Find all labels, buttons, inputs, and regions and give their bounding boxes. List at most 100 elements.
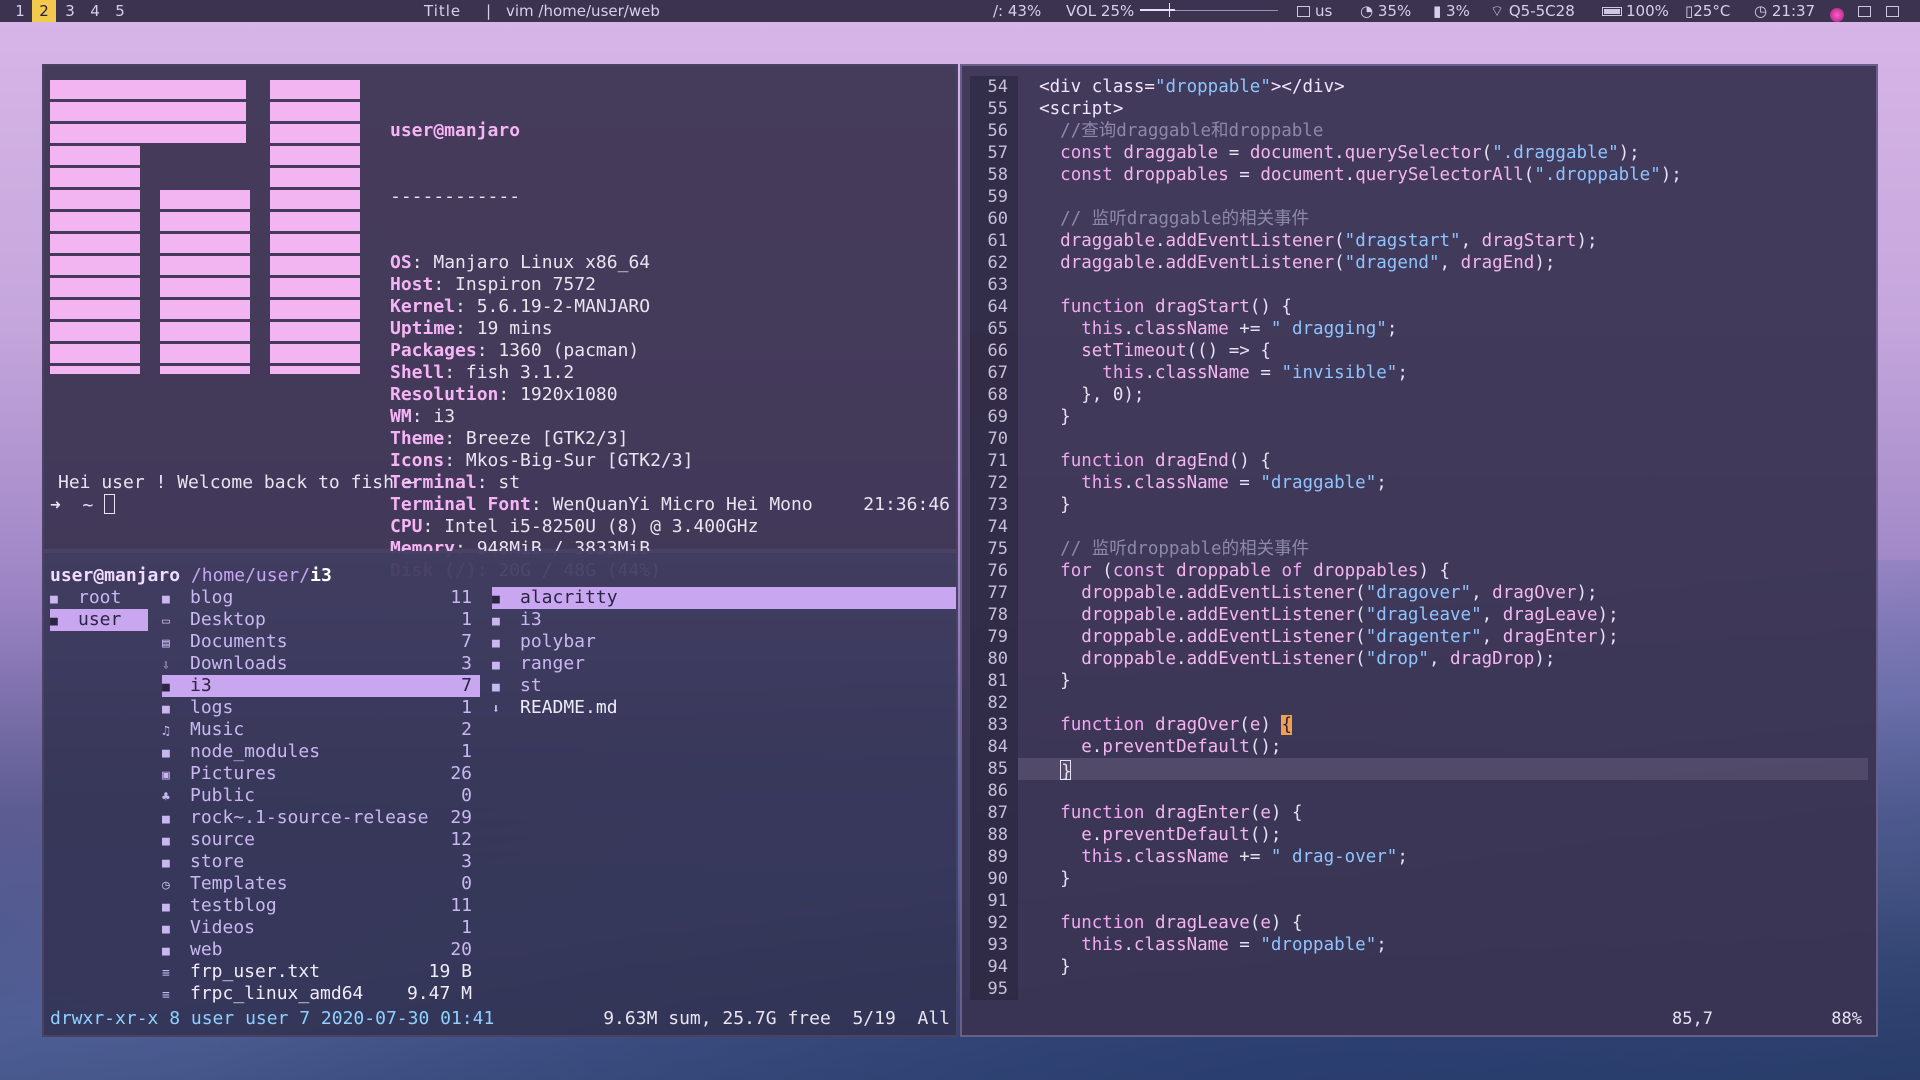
vim-editor[interactable]: 54 55 56 57 58 59 60 61 62 63 64 65 66 67 68 69 70 71 72 73… <box>960 64 1878 1037</box>
code-line[interactable] <box>1018 274 1868 296</box>
code-line[interactable]: e.preventDefault(); <box>1018 824 1868 846</box>
shell-prompt[interactable]: ➜ ~ <box>50 494 116 517</box>
code-line[interactable]: } <box>1018 494 1868 516</box>
code-line[interactable]: // 监听droppable的相关事件 <box>1018 538 1868 560</box>
folder-entry[interactable]: ⇩ Downloads 3 <box>162 653 480 675</box>
folder-entry[interactable]: ■ alacritty <box>492 587 956 609</box>
folder-entry[interactable]: ▤ Documents 7 <box>162 631 480 653</box>
code-line[interactable]: function dragStart() { <box>1018 296 1868 318</box>
folder-icon: ■ <box>50 614 58 629</box>
code-line[interactable] <box>1018 186 1868 208</box>
code-line[interactable]: } <box>1018 406 1868 428</box>
entry-size: 1 <box>461 609 472 630</box>
entry-name: node_modules <box>190 741 321 762</box>
file-entry[interactable]: ⬇ README.md <box>492 697 956 719</box>
code-line[interactable]: draggable.addEventListener("dragend", dr… <box>1018 252 1868 274</box>
entry-name: source <box>190 829 256 850</box>
folder-entry[interactable]: ▭ Desktop 1 <box>162 609 480 631</box>
code-line[interactable]: function dragLeave(e) { <box>1018 912 1868 934</box>
code-line[interactable]: droppable.addEventListener("drop", dragD… <box>1018 648 1868 670</box>
code-line[interactable]: droppable.addEventListener("dragover", d… <box>1018 582 1868 604</box>
folder-entry[interactable]: ■ i3 <box>492 609 956 631</box>
line-number: 55 <box>987 99 1008 119</box>
folder-entry[interactable]: ■ i3 7 <box>162 675 480 697</box>
file-entry[interactable]: ≡ frpc_linux_amd64 9.47 M <box>162 983 480 1005</box>
code-line[interactable]: } <box>1018 868 1868 890</box>
code-line[interactable]: this.className = "invisible"; <box>1018 362 1868 384</box>
code-line[interactable] <box>1018 978 1868 1000</box>
code-line[interactable]: this.className += " drag-over"; <box>1018 846 1868 868</box>
folder-entry[interactable]: ♣ Public 0 <box>162 785 480 807</box>
workspace-5[interactable]: 5 <box>108 0 132 22</box>
file-icon: ≡ <box>162 988 170 1003</box>
workspace-2[interactable]: 2 <box>32 0 56 22</box>
folder-entry[interactable]: ■ root <box>50 587 148 609</box>
code-line[interactable]: <script> <box>1018 98 1868 120</box>
code-line[interactable]: droppable.addEventListener("dragleave", … <box>1018 604 1868 626</box>
code-line[interactable]: draggable.addEventListener("dragstart", … <box>1018 230 1868 252</box>
folder-entry[interactable]: ■ ranger <box>492 653 956 675</box>
code-line[interactable]: } <box>1018 670 1868 692</box>
folder-entry[interactable]: ■ web 20 <box>162 939 480 961</box>
code-line[interactable] <box>1018 780 1868 802</box>
code-line[interactable]: const draggable = document.querySelector… <box>1018 142 1868 164</box>
entry-size: 1 <box>461 697 472 718</box>
folder-icon: ■ <box>492 680 500 695</box>
code-line[interactable] <box>1018 890 1868 912</box>
neofetch-row: Terminal Font: WenQuanYi Micro Hei Mono <box>390 494 813 515</box>
line-number: 69 <box>987 407 1008 427</box>
tray-app-icon[interactable] <box>1830 4 1844 26</box>
entry-size: 3 <box>461 653 472 674</box>
code-line[interactable] <box>1018 516 1868 538</box>
code-line[interactable]: e.preventDefault(); <box>1018 736 1868 758</box>
line-number: 68 <box>987 385 1008 405</box>
folder-entry[interactable]: ■ logs 1 <box>162 697 480 719</box>
folder-entry[interactable]: ■ source 12 <box>162 829 480 851</box>
folder-entry[interactable]: ■ st <box>492 675 956 697</box>
code-line[interactable]: this.className = "draggable"; <box>1018 472 1868 494</box>
folder-entry[interactable]: ■ blog 11 <box>162 587 480 609</box>
code-line[interactable]: this.className = "droppable"; <box>1018 934 1868 956</box>
workspace-1[interactable]: 1 <box>8 0 32 22</box>
folder-entry[interactable]: ■ user <box>50 609 148 631</box>
folder-entry[interactable]: ◷ Templates 0 <box>162 873 480 895</box>
code-line[interactable] <box>1018 692 1868 714</box>
code-line[interactable]: function dragEnd() { <box>1018 450 1868 472</box>
folder-entry[interactable]: ■ Videos 1 <box>162 917 480 939</box>
workspace-4[interactable]: 4 <box>83 0 107 22</box>
code-line[interactable]: } <box>1018 956 1868 978</box>
code-line[interactable]: this.className += " dragging"; <box>1018 318 1868 340</box>
volume-slider[interactable] <box>1140 3 1278 17</box>
code-line[interactable] <box>1018 428 1868 450</box>
code-line[interactable]: setTimeout(() => { <box>1018 340 1868 362</box>
folder-entry[interactable]: ■ testblog 11 <box>162 895 480 917</box>
code-line[interactable]: function dragEnter(e) { <box>1018 802 1868 824</box>
code-line[interactable]: const droppables = document.querySelecto… <box>1018 164 1868 186</box>
folder-entry[interactable]: ■ rock~.1-source-release 29 <box>162 807 480 829</box>
folder-entry[interactable]: ■ polybar <box>492 631 956 653</box>
code-line[interactable]: function dragOver(e) { <box>1018 714 1868 736</box>
code-line[interactable]: <div class="droppable"></div> <box>1018 76 1868 98</box>
line-number: 88 <box>987 825 1008 845</box>
ranger-file-manager[interactable]: user@manjaro /home/user/i3 ■ root ■ user ■ b… <box>42 551 958 1037</box>
code-area[interactable]: <div class="droppable"></div> <script> /… <box>1018 76 1868 1000</box>
workspace-3[interactable]: 3 <box>58 0 82 22</box>
folder-entry[interactable]: ■ node_modules 1 <box>162 741 480 763</box>
volume-knob[interactable] <box>1169 3 1170 17</box>
code-line[interactable]: //查询draggable和droppable <box>1018 120 1868 142</box>
folder-entry[interactable]: ■ store 3 <box>162 851 480 873</box>
tray-network-icon[interactable] <box>1858 0 1876 22</box>
volume-label[interactable]: VOL 25% <box>1066 0 1134 22</box>
code-line[interactable]: // 监听draggable的相关事件 <box>1018 208 1868 230</box>
code-line[interactable]: droppable.addEventListener("dragenter", … <box>1018 626 1868 648</box>
code-line[interactable]: for (const droppable of droppables) { <box>1018 560 1868 582</box>
file-entry[interactable]: ≡ frp_user.txt 19 B <box>162 961 480 983</box>
folder-entry[interactable]: ♫ Music 2 <box>162 719 480 741</box>
bar-title-label: Title <box>424 2 462 20</box>
current-code-line[interactable]: } <box>1018 758 1868 782</box>
terminal-neofetch[interactable]: user@manjaro ------------ OS: Manjaro Li… <box>42 64 958 581</box>
tray-display-icon[interactable] <box>1886 0 1904 22</box>
entry-name: st <box>520 675 542 696</box>
code-line[interactable]: }, 0); <box>1018 384 1868 406</box>
folder-entry[interactable]: ▣ Pictures 26 <box>162 763 480 785</box>
